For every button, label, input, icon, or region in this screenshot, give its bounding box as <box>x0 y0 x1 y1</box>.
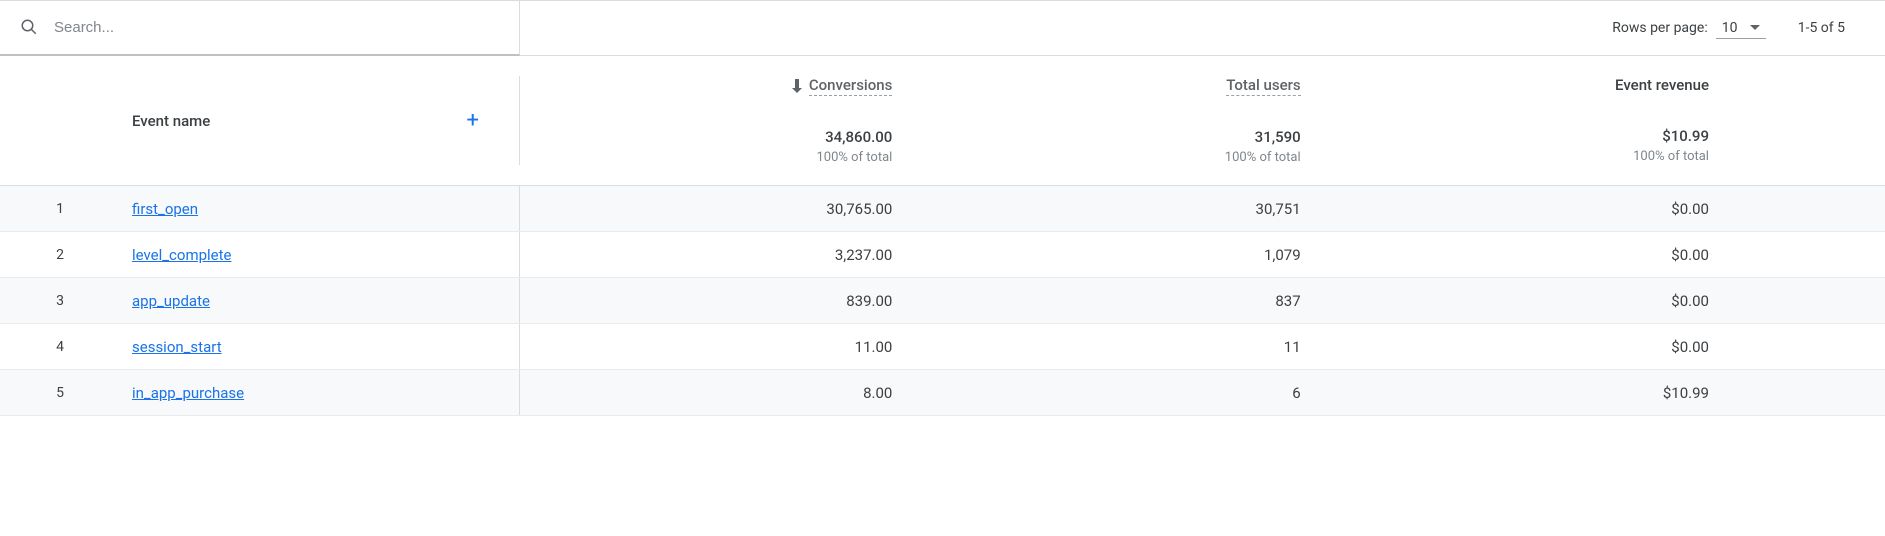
column-event-revenue-label: Event revenue <box>1615 76 1709 95</box>
row-event-revenue: $10.99 <box>1337 384 1745 402</box>
column-spacer <box>1745 56 1885 185</box>
events-table: Event name + Conversions 34,860.00 100% … <box>0 56 1885 416</box>
row-index: 4 <box>0 339 120 355</box>
row-event-name-cell: session_start <box>120 324 520 369</box>
chevron-down-icon <box>1750 25 1760 31</box>
row-index: 5 <box>0 385 120 401</box>
row-total-users: 6 <box>928 384 1336 402</box>
row-conversions: 3,237.00 <box>520 246 928 264</box>
column-total-users-label: Total users <box>1226 76 1300 96</box>
event-link[interactable]: in_app_purchase <box>132 384 244 402</box>
rows-per-page-value: 10 <box>1722 20 1738 36</box>
row-conversions: 839.00 <box>520 292 928 310</box>
row-event-name-cell: level_complete <box>120 232 520 277</box>
row-total-users: 30,751 <box>928 200 1336 218</box>
search-area[interactable] <box>0 0 520 56</box>
rows-per-page-select[interactable]: 10 <box>1716 18 1766 39</box>
column-event-name: Event name + <box>120 56 520 185</box>
add-dimension-button[interactable]: + <box>467 108 479 133</box>
row-index: 2 <box>0 247 120 263</box>
row-event-name-cell: in_app_purchase <box>120 370 520 415</box>
toolbar-right: Rows per page: 10 1-5 of 5 <box>520 18 1885 39</box>
row-event-name-cell: app_update <box>120 278 520 323</box>
event-link[interactable]: level_complete <box>132 246 232 264</box>
column-conversions[interactable]: Conversions 34,860.00 100% of total <box>520 56 928 185</box>
row-total-users: 11 <box>928 338 1336 356</box>
rows-per-page-label: Rows per page: <box>1612 20 1707 36</box>
row-conversions: 11.00 <box>520 338 928 356</box>
column-conversions-label: Conversions <box>809 76 892 96</box>
table-row: 4 session_start 11.0011$0.00 <box>0 324 1885 370</box>
row-total-users: 837 <box>928 292 1336 310</box>
pagination-range: 1-5 of 5 <box>1798 20 1845 36</box>
event-link[interactable]: session_start <box>132 338 222 356</box>
row-event-revenue: $0.00 <box>1337 338 1745 356</box>
row-index: 3 <box>0 293 120 309</box>
row-event-revenue: $0.00 <box>1337 292 1745 310</box>
table-row: 2 level_complete 3,237.001,079$0.00 <box>0 232 1885 278</box>
table-header-row: Event name + Conversions 34,860.00 100% … <box>0 56 1885 186</box>
total-event-revenue: $10.99 <box>1337 127 1709 145</box>
search-input[interactable] <box>54 19 519 36</box>
rows-per-page: Rows per page: 10 <box>1612 18 1765 39</box>
table-row: 3 app_update 839.00837$0.00 <box>0 278 1885 324</box>
column-index-header <box>0 56 120 185</box>
toolbar: Rows per page: 10 1-5 of 5 <box>0 0 1885 56</box>
total-users-sub: 100% of total <box>928 150 1300 165</box>
total-conversions: 34,860.00 <box>520 128 892 146</box>
total-event-revenue-sub: 100% of total <box>1337 149 1709 164</box>
row-conversions: 30,765.00 <box>520 200 928 218</box>
table-row: 1 first_open 30,765.0030,751$0.00 <box>0 186 1885 232</box>
sort-down-icon <box>791 79 803 93</box>
row-event-revenue: $0.00 <box>1337 200 1745 218</box>
column-event-name-label: Event name <box>132 112 210 130</box>
row-total-users: 1,079 <box>928 246 1336 264</box>
row-event-name-cell: first_open <box>120 186 520 231</box>
event-link[interactable]: first_open <box>132 200 198 218</box>
search-icon <box>20 18 38 36</box>
row-index: 1 <box>0 201 120 217</box>
total-users: 31,590 <box>928 128 1300 146</box>
column-total-users[interactable]: Total users 31,590 100% of total <box>928 56 1336 185</box>
row-event-revenue: $0.00 <box>1337 246 1745 264</box>
column-event-revenue[interactable]: Event revenue $10.99 100% of total <box>1337 56 1745 185</box>
event-link[interactable]: app_update <box>132 292 210 310</box>
total-conversions-sub: 100% of total <box>520 150 892 165</box>
table-row: 5 in_app_purchase 8.006$10.99 <box>0 370 1885 416</box>
row-conversions: 8.00 <box>520 384 928 402</box>
